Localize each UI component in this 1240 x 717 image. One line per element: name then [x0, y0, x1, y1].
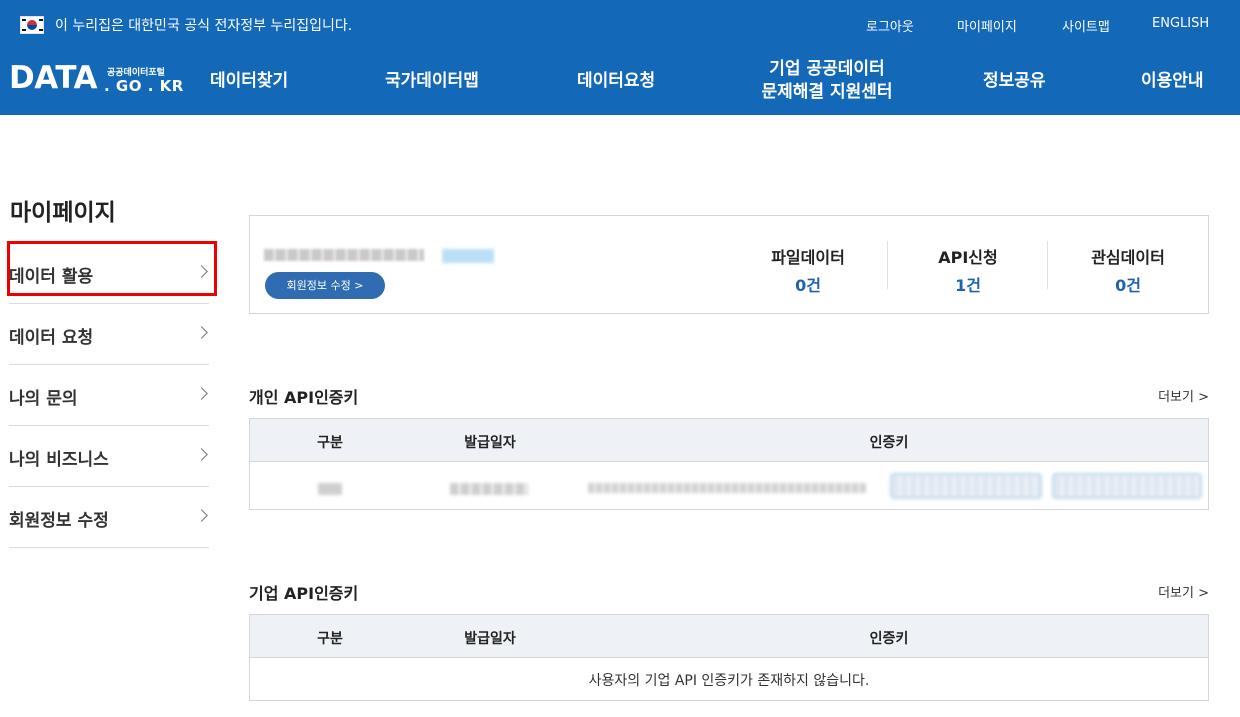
korea-flag-icon — [20, 16, 44, 34]
mypage-link[interactable]: 마이페이지 — [957, 16, 1017, 35]
stat-api-requests[interactable]: API신청 1건 — [888, 244, 1048, 296]
table-header: 구분 발급일자 인증키 — [250, 419, 1208, 462]
stat-value: 0건 — [1115, 276, 1141, 295]
sidebar-item-label: 나의 비즈니스 — [9, 450, 109, 470]
nav-label: 정보공유 — [983, 71, 1046, 91]
nav-usage-guide[interactable]: 이용안내 — [1141, 70, 1204, 93]
nav-label: 국가데이터맵 — [385, 71, 479, 91]
business-api-key-more-link[interactable]: 더보기 > — [1158, 582, 1209, 601]
personal-api-key-table: 구분 발급일자 인증키 — [249, 418, 1209, 510]
chevron-right-icon — [195, 387, 208, 400]
sidebar-title: 마이페이지 — [10, 200, 116, 226]
nav-label: 이용안내 — [1141, 71, 1204, 91]
stat-label: 파일데이터 — [771, 248, 845, 267]
nav-label: 데이터찾기 — [210, 71, 289, 91]
gov-banner: 이 누리집은 대한민국 공식 전자정부 누리집입니다. 로그아웃 마이페이지 사… — [0, 0, 1240, 50]
sidebar-item-my-inquiry[interactable]: 나의 문의 — [9, 365, 209, 426]
blurred-user-name — [264, 249, 424, 261]
nav-business-support-center[interactable]: 기업 공공데이터 문제해결 지원센터 — [752, 58, 902, 104]
blurred-type-cell — [318, 483, 342, 495]
blurred-date-cell — [450, 483, 528, 495]
chevron-right-icon — [195, 509, 208, 522]
blurred-user-badge — [442, 249, 494, 263]
sidebar-item-edit-profile[interactable]: 회원정보 수정 — [9, 487, 209, 548]
stat-label: 관심데이터 — [1091, 248, 1165, 267]
sidebar-item-my-business[interactable]: 나의 비즈니스 — [9, 426, 209, 487]
empty-table-message: 사용자의 기업 API 인증키가 존재하지 않습니다. — [588, 673, 870, 689]
site-header: 이 누리집은 대한민국 공식 전자정부 누리집입니다. 로그아웃 마이페이지 사… — [0, 0, 1240, 115]
blurred-auth-key-cell — [588, 483, 866, 493]
edit-profile-button[interactable]: 회원정보 수정 > — [265, 272, 385, 299]
logo-domain-text: . GO . KR — [104, 77, 184, 95]
nav-info-sharing[interactable]: 정보공유 — [983, 70, 1046, 93]
sidebar-item-label: 데이터 요청 — [9, 328, 94, 348]
business-api-key-table: 구분 발급일자 인증키 사용자의 기업 API 인증키가 존재하지 않습니다. — [249, 614, 1209, 701]
sidebar-item-label: 나의 문의 — [9, 389, 78, 409]
nav-label-line2: 문제해결 지원센터 — [761, 82, 893, 102]
nav-label: 데이터요청 — [577, 71, 656, 91]
chevron-right-icon — [195, 448, 208, 461]
stat-value: 1건 — [955, 276, 981, 295]
gov-banner-text: 이 누리집은 대한민국 공식 전자정부 누리집입니다. — [55, 18, 353, 34]
column-header-type: 구분 — [317, 435, 343, 451]
personal-api-key-title: 개인 API인증키 — [249, 388, 359, 407]
column-header-issue-date: 발급일자 — [464, 631, 516, 647]
sitemap-link[interactable]: 사이트맵 — [1062, 16, 1110, 35]
reissue-key-button[interactable] — [1052, 473, 1202, 499]
logout-link[interactable]: 로그아웃 — [866, 16, 914, 35]
highlight-box — [7, 241, 217, 296]
stat-interest-data[interactable]: 관심데이터 0건 — [1048, 244, 1208, 296]
sidebar-item-data-request[interactable]: 데이터 요청 — [9, 304, 209, 365]
chevron-right-icon — [195, 326, 208, 339]
personal-api-key-more-link[interactable]: 더보기 > — [1158, 386, 1209, 405]
column-header-type: 구분 — [317, 631, 343, 647]
nav-data-request[interactable]: 데이터요청 — [577, 70, 655, 93]
nav-label-line1: 기업 공공데이터 — [769, 59, 885, 79]
user-summary-panel: 회원정보 수정 > 파일데이터 0건 API신청 1건 관심데이터 0건 — [249, 215, 1209, 314]
english-link[interactable]: ENGLISH — [1152, 16, 1209, 31]
nav-find-data[interactable]: 데이터찾기 — [210, 70, 288, 93]
column-header-auth-key: 인증키 — [869, 631, 909, 647]
copy-key-button[interactable] — [890, 473, 1042, 499]
logo-main-text: DATA — [9, 60, 98, 96]
column-header-issue-date: 발급일자 — [464, 435, 516, 451]
nav-national-data-map[interactable]: 국가데이터맵 — [385, 70, 479, 93]
table-header: 구분 발급일자 인증키 — [250, 615, 1208, 658]
stat-value: 0건 — [795, 276, 821, 295]
stat-file-data[interactable]: 파일데이터 0건 — [728, 244, 888, 296]
stat-label: API신청 — [938, 248, 998, 267]
column-header-auth-key: 인증키 — [869, 435, 909, 451]
business-api-key-title: 기업 API인증키 — [249, 584, 359, 603]
sidebar-item-label: 회원정보 수정 — [9, 511, 109, 531]
